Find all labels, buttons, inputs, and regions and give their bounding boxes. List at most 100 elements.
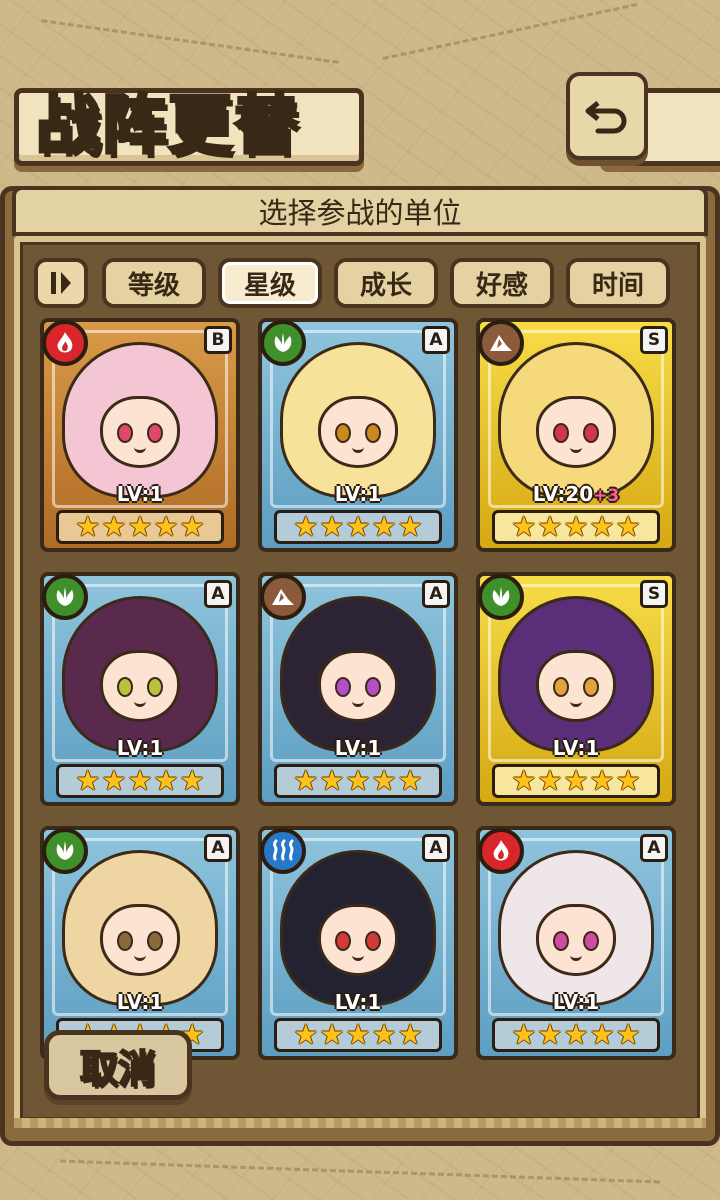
unit-level: LV:1 bbox=[44, 736, 236, 760]
unit-portrait bbox=[62, 342, 218, 498]
level-text: LV:20 bbox=[532, 482, 594, 506]
back-button[interactable] bbox=[566, 72, 648, 160]
portrait-mouth bbox=[134, 443, 146, 453]
unit-level: LV:1 bbox=[44, 482, 236, 506]
star-icon: ★ bbox=[615, 510, 641, 543]
portrait-eye bbox=[147, 931, 163, 951]
portrait-mouth bbox=[570, 443, 582, 453]
unit-portrait bbox=[280, 596, 436, 752]
star-rating: ★★★★★ bbox=[56, 510, 224, 544]
star-icon: ★ bbox=[615, 1018, 641, 1051]
star-icon: ★ bbox=[537, 510, 563, 543]
rarity-badge: A bbox=[204, 834, 232, 862]
level-text: LV:1 bbox=[552, 990, 600, 1014]
plant-element-icon bbox=[42, 828, 88, 874]
star-icon: ★ bbox=[179, 510, 205, 543]
portrait-eye bbox=[365, 677, 381, 697]
unit-level: LV:1 bbox=[262, 990, 454, 1014]
star-icon: ★ bbox=[397, 764, 423, 797]
portrait-face bbox=[318, 396, 398, 468]
unit-card[interactable]: ALV:1★★★★★ bbox=[258, 572, 458, 806]
portrait-eye bbox=[147, 677, 163, 697]
plant-element-icon bbox=[42, 574, 88, 620]
map-route-line bbox=[41, 19, 339, 64]
portrait-face bbox=[536, 396, 616, 468]
star-icon: ★ bbox=[589, 764, 615, 797]
panel-edge bbox=[14, 1118, 706, 1128]
sort-option-button[interactable]: 好感 bbox=[450, 258, 554, 308]
unit-level: LV:1 bbox=[262, 482, 454, 506]
unit-card[interactable]: ALV:1★★★★★ bbox=[40, 572, 240, 806]
unit-portrait bbox=[62, 596, 218, 752]
portrait-eye bbox=[117, 931, 133, 951]
star-icon: ★ bbox=[371, 510, 397, 543]
unit-card[interactable]: A LV:1 ★★★★★ bbox=[258, 318, 458, 552]
unit-portrait bbox=[280, 342, 436, 498]
level-text: LV:1 bbox=[334, 736, 382, 760]
portrait-eye bbox=[583, 423, 599, 443]
unit-level: LV:1 bbox=[44, 990, 236, 1014]
portrait-face bbox=[318, 650, 398, 722]
star-icon: ★ bbox=[537, 764, 563, 797]
star-icon: ★ bbox=[511, 764, 537, 797]
star-icon: ★ bbox=[537, 1018, 563, 1051]
rarity-badge: A bbox=[422, 326, 450, 354]
star-icon: ★ bbox=[511, 510, 537, 543]
unit-level: LV:1 bbox=[480, 736, 672, 760]
portrait-eye bbox=[335, 931, 351, 951]
unit-card[interactable]: B LV:1 ★ ★ ★ ★ ★ bbox=[40, 318, 240, 552]
star-icon: ★ bbox=[397, 510, 423, 543]
sort-option-button[interactable]: 时间 bbox=[566, 258, 670, 308]
portrait-face bbox=[536, 904, 616, 976]
portrait-mouth bbox=[352, 951, 364, 961]
level-text: LV:1 bbox=[116, 482, 164, 506]
portrait-eye bbox=[335, 677, 351, 697]
unit-portrait bbox=[498, 850, 654, 1006]
portrait-face bbox=[100, 396, 180, 468]
star-rating: ★★★★★ bbox=[274, 510, 442, 544]
unit-card[interactable]: ALV:1★★★★★ bbox=[40, 826, 240, 1060]
star-rating: ★★★★★ bbox=[492, 510, 660, 544]
earth-element-icon bbox=[478, 320, 524, 366]
rarity-badge: A bbox=[422, 834, 450, 862]
unit-card[interactable]: ALV:1★★★★★ bbox=[258, 826, 458, 1060]
star-icon: ★ bbox=[127, 764, 153, 797]
sort-option-button[interactable]: 等级 bbox=[102, 258, 206, 308]
star-icon: ★ bbox=[589, 510, 615, 543]
star-icon: ★ bbox=[319, 510, 345, 543]
star-rating: ★★★★★ bbox=[492, 764, 660, 798]
fire-element-icon bbox=[42, 320, 88, 366]
portrait-mouth bbox=[570, 697, 582, 707]
cancel-button[interactable]: 取消 bbox=[44, 1030, 192, 1100]
star-icon: ★ bbox=[319, 1018, 345, 1051]
unit-portrait bbox=[498, 342, 654, 498]
unit-card[interactable]: S LV:20+3 ★ ★ ★ ★ ★ bbox=[476, 318, 676, 552]
portrait-eye bbox=[583, 931, 599, 951]
star-rating: ★★★★★ bbox=[56, 764, 224, 798]
star-icon: ★ bbox=[589, 1018, 615, 1051]
sort-order-toggle[interactable] bbox=[34, 258, 88, 308]
star-icon: ★ bbox=[345, 1018, 371, 1051]
portrait-face bbox=[100, 650, 180, 722]
unit-card[interactable]: S LV:1 ★ ★ ★ ★ ★ bbox=[476, 572, 676, 806]
rarity-badge: B bbox=[204, 326, 232, 354]
star-icon: ★ bbox=[75, 510, 101, 543]
portrait-eye bbox=[117, 423, 133, 443]
star-icon: ★ bbox=[615, 764, 641, 797]
sort-option-button[interactable]: 成长 bbox=[334, 258, 438, 308]
unit-card[interactable]: ALV:1★★★★★ bbox=[476, 826, 676, 1060]
panel-subtitle: 选择参战的单位 bbox=[12, 186, 708, 236]
map-route-line bbox=[60, 1159, 660, 1184]
unit-portrait bbox=[62, 850, 218, 1006]
star-rating: ★★★★★ bbox=[274, 764, 442, 798]
portrait-eye bbox=[335, 423, 351, 443]
star-icon: ★ bbox=[319, 764, 345, 797]
star-icon: ★ bbox=[371, 1018, 397, 1051]
star-icon: ★ bbox=[101, 510, 127, 543]
rarity-badge: S bbox=[640, 580, 668, 608]
unit-level: LV:1 bbox=[262, 736, 454, 760]
star-icon: ★ bbox=[179, 764, 205, 797]
map-route-line bbox=[382, 3, 638, 60]
earth-element-icon bbox=[260, 574, 306, 620]
sort-option-button[interactable]: 星级 bbox=[218, 258, 322, 308]
